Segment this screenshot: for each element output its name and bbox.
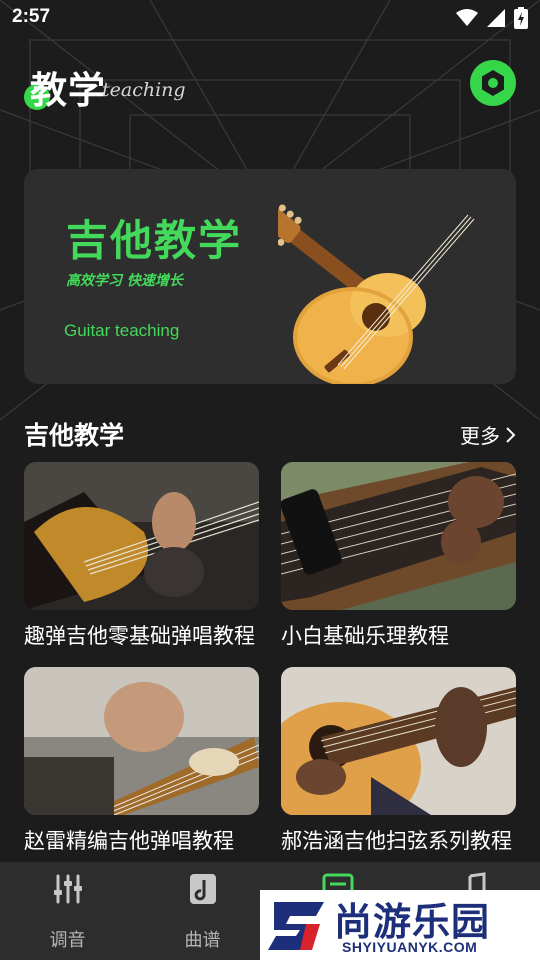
tab-label: 调音 [49,930,86,951]
settings-ring-icon [482,70,504,96]
settings-button[interactable] [470,60,516,106]
battery-icon [514,7,528,29]
banner-slogan: 高效学习 快速增长 [66,273,183,289]
s-logo-icon [268,902,324,950]
status-bar: 2:57 [0,0,540,36]
signal-icon [487,9,505,27]
banner-english: Guitar teaching [64,321,180,340]
course-card[interactable]: 赵雷精编吉他弹唱教程 [24,667,259,855]
page-subtitle: teaching [102,79,186,101]
guitar-illustration [278,204,475,384]
section-header: 吉他教学 更多 [24,414,516,454]
equalizer-icon [53,874,82,904]
watermark-url: SHYIYUANYK.COM [342,939,478,955]
status-time: 2:57 [12,6,51,27]
wifi-icon [456,9,478,26]
page-title: 教学 [30,69,106,112]
music-book-icon [189,874,216,904]
banner[interactable]: 吉他教学 高效学习 快速增长 Guitar teaching [24,169,516,384]
status-icons [456,7,528,29]
watermark: 尚游乐园 SHYIYUANYK.COM [260,890,540,960]
course-thumbnail [24,667,259,815]
section-title: 吉他教学 [24,421,125,450]
course-thumbnail [24,462,259,610]
course-card[interactable]: 小白基础乐理教程 [281,462,516,650]
tab-scores[interactable]: 曲谱 [135,862,270,960]
course-thumbnail [281,667,516,815]
course-title: 趣弹吉他零基础弹唱教程 [24,624,255,648]
more-label: 更多 [460,424,500,448]
course-card[interactable]: 郝浩涵吉他扫弦系列教程 [281,667,516,855]
course-card[interactable]: 趣弹吉他零基础弹唱教程 [24,462,259,650]
course-title: 郝浩涵吉他扫弦系列教程 [281,829,512,853]
watermark-title: 尚游乐园 [334,900,491,944]
course-thumbnail [281,462,516,610]
chevron-right-icon [506,426,516,443]
tab-tuning[interactable]: 调音 [0,862,135,960]
banner-title: 吉他教学 [66,216,243,265]
tab-label: 曲谱 [184,930,221,951]
course-title: 小白基础乐理教程 [281,624,449,648]
header: 教学 teaching [0,56,540,112]
course-title: 赵雷精编吉他弹唱教程 [24,829,234,853]
more-link[interactable]: 更多 [460,420,516,449]
